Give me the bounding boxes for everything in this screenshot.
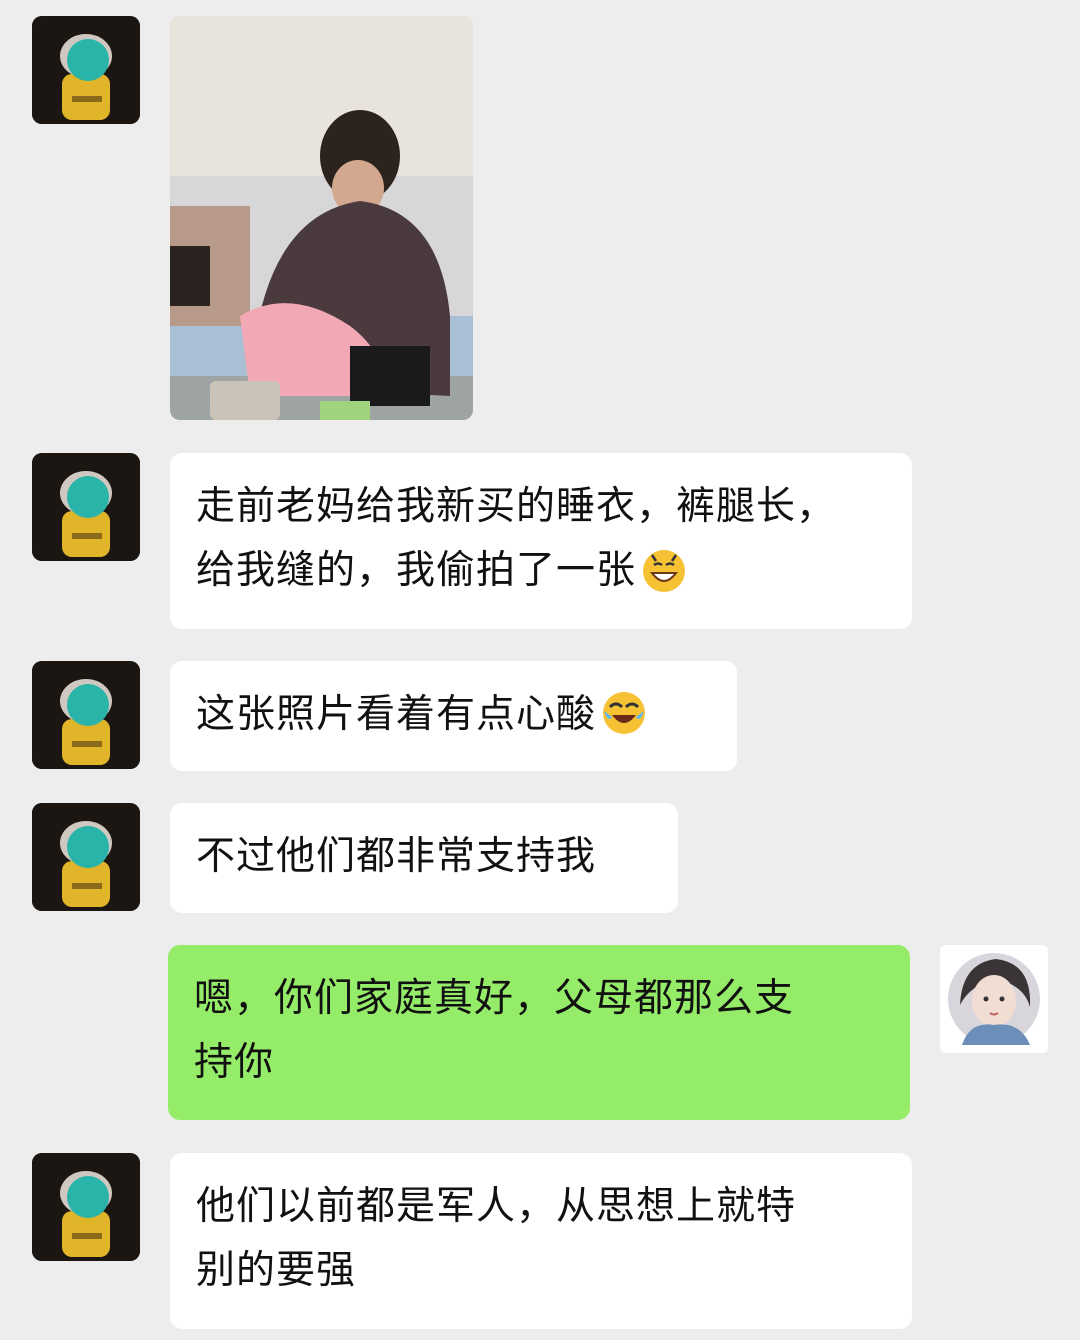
grin-emoji-icon [643,549,686,592]
message-line: 别的要强 [196,1248,357,1293]
contact-avatar[interactable] [32,16,140,124]
message-bubble[interactable]: 他们以前都是军人，从思想上就特 别的要强 [170,1153,912,1329]
contact-avatar[interactable] [32,1153,140,1261]
message-line: 这张照片看着有点心酸 [196,683,713,747]
message-line: 嗯，你们家庭真好，父母都那么支 [194,976,795,1021]
message-line: 持你 [194,1040,275,1085]
contact-avatar[interactable] [32,661,140,769]
crying-laughing-emoji-icon [603,691,646,734]
contact-avatar[interactable] [32,803,140,911]
dog-avatar-icon [32,803,140,911]
message-bubble[interactable]: 不过他们都非常支持我 [170,803,678,913]
dog-avatar-icon [32,453,140,561]
message-bubble-outgoing[interactable]: 嗯，你们家庭真好，父母都那么支 持你 [168,945,910,1120]
girl-avatar-icon [940,945,1048,1053]
message-bubble[interactable]: 这张照片看着有点心酸 [170,661,737,771]
dog-avatar-icon [32,1153,140,1261]
message-line: 走前老妈给我新买的睡衣，裤腿长， [196,484,837,529]
message-line: 他们以前都是军人，从思想上就特 [196,1184,797,1229]
chat-photo[interactable] [170,16,473,420]
message-bubble[interactable]: 走前老妈给我新买的睡衣，裤腿长， 给我缝的，我偷拍了一张 [170,453,912,629]
message-line: 不过他们都非常支持我 [196,834,597,879]
dog-avatar-icon [32,16,140,124]
my-avatar[interactable] [940,945,1048,1053]
contact-avatar[interactable] [32,453,140,561]
message-line: 给我缝的，我偷拍了一张 [196,539,888,603]
photo-icon [170,16,473,420]
dog-avatar-icon [32,661,140,769]
